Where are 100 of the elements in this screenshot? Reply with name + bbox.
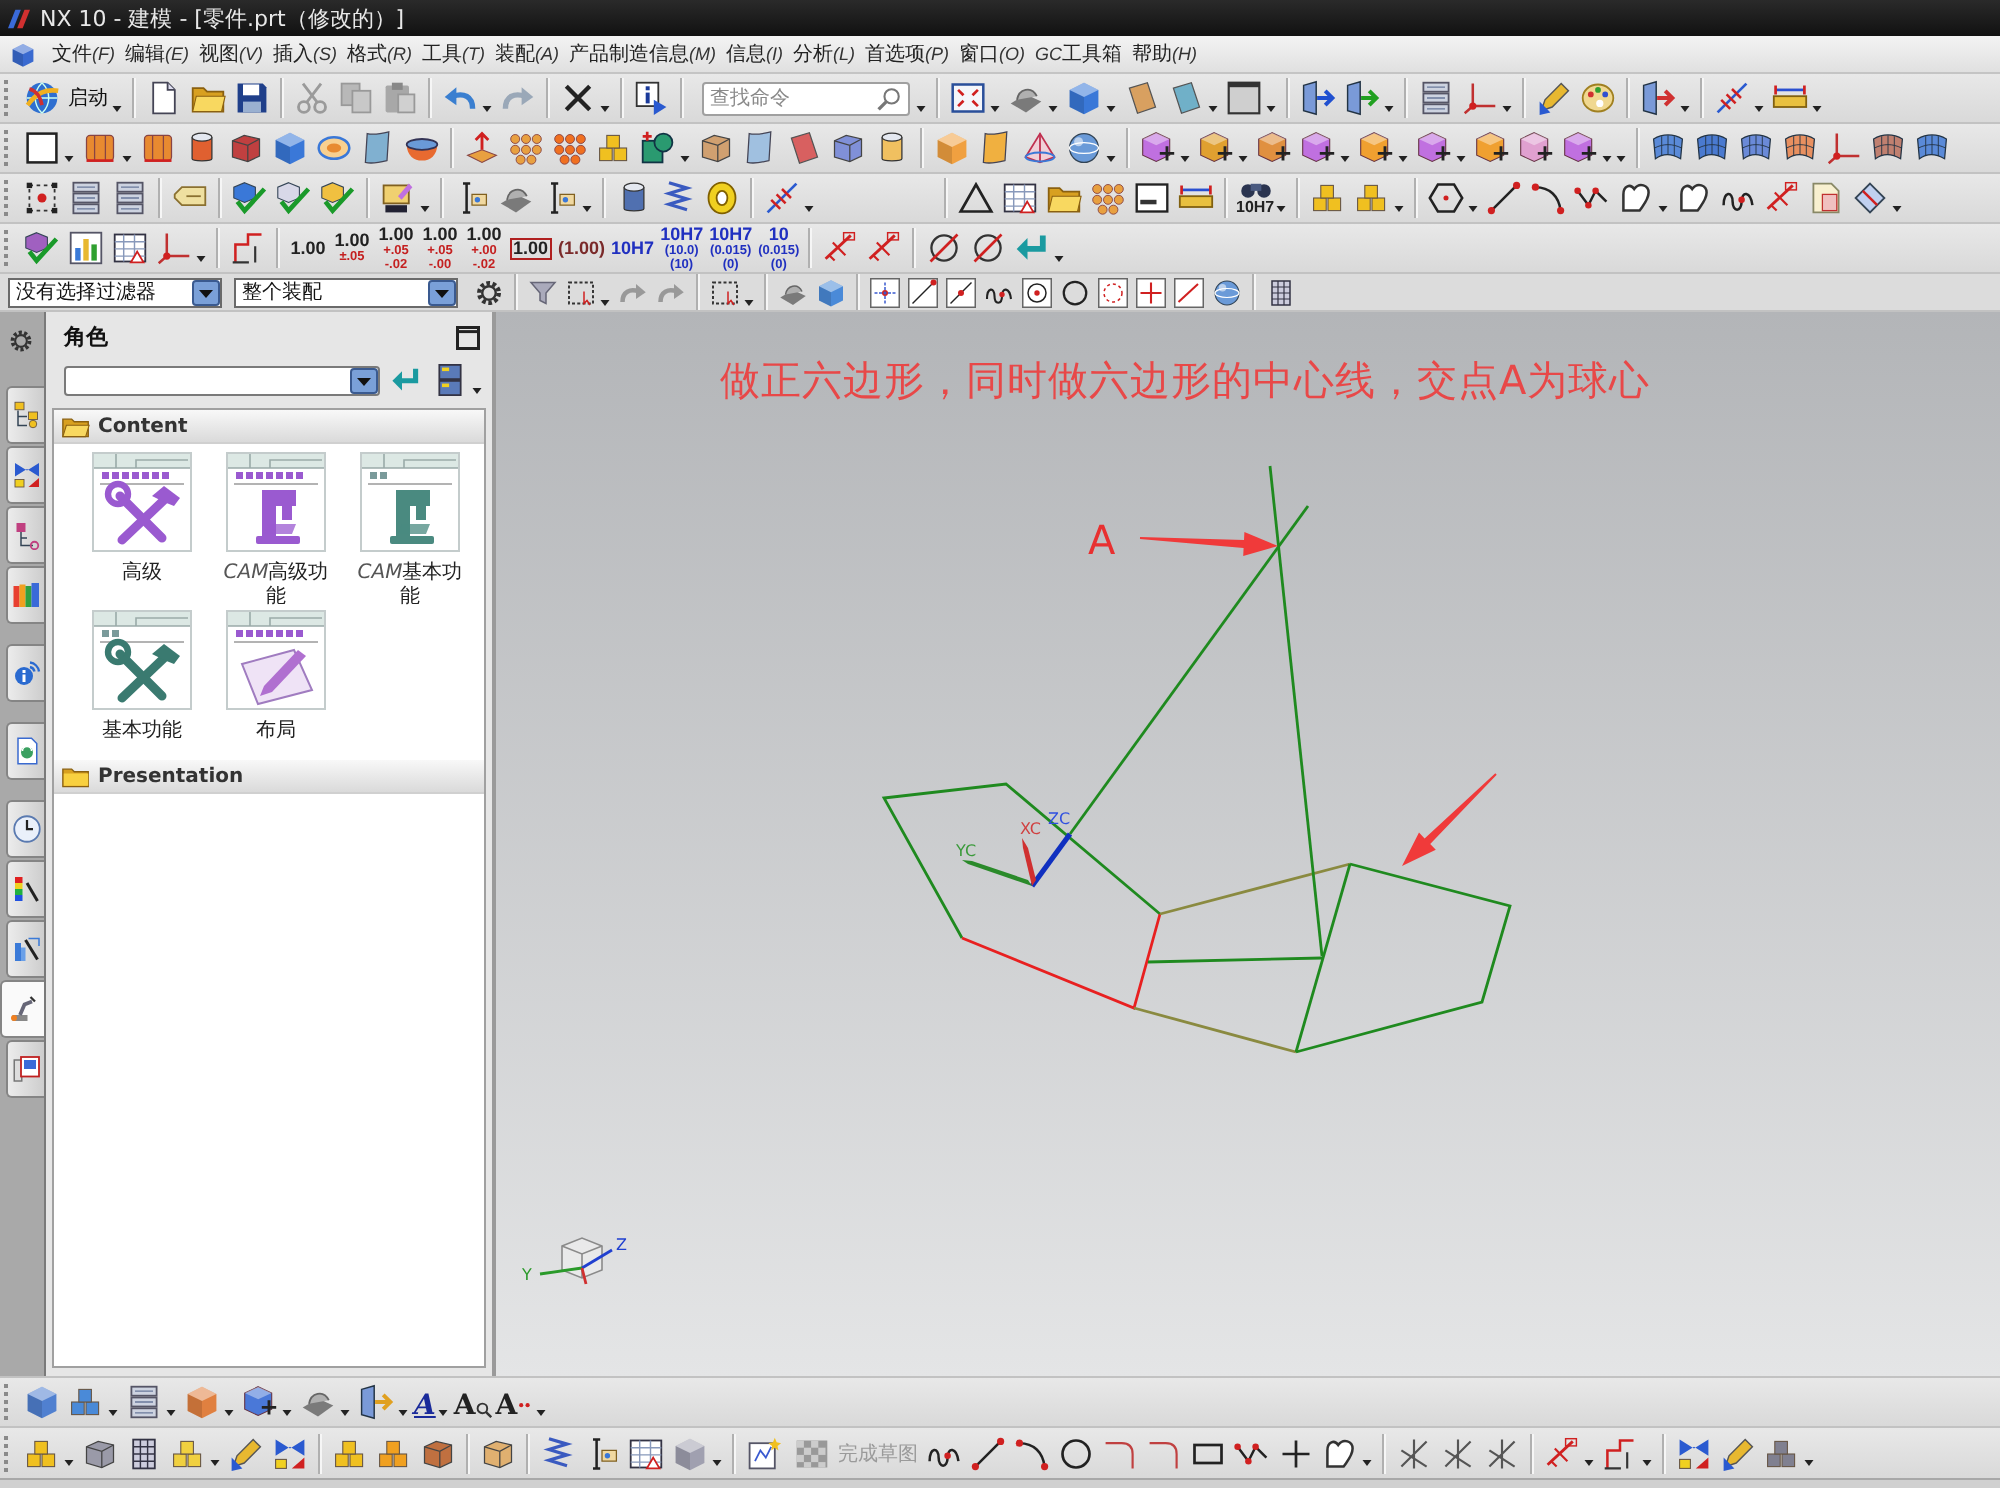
caret-icon[interactable] xyxy=(1680,105,1690,111)
surface-icon[interactable] xyxy=(1914,130,1950,166)
extrude-icon[interactable] xyxy=(464,130,500,166)
dimension-style-button[interactable]: (1.00) xyxy=(556,225,608,271)
fit-view-icon[interactable] xyxy=(950,80,986,116)
crossed-circle-icon[interactable] xyxy=(926,230,963,266)
hatched-line-icon[interactable] xyxy=(764,180,800,216)
dot-cluster-icon[interactable] xyxy=(552,130,588,166)
caret-icon[interactable] xyxy=(1812,105,1822,111)
caret-icon[interactable] xyxy=(420,205,430,211)
caret-icon[interactable] xyxy=(64,155,74,161)
menu-item[interactable]: 帮助(H) xyxy=(1132,40,1197,68)
square-circle-icon[interactable] xyxy=(640,130,676,166)
constraint-icon[interactable] xyxy=(272,1435,308,1471)
ring-icon[interactable] xyxy=(704,180,740,216)
plane-icon[interactable] xyxy=(1168,80,1204,116)
caret-icon[interactable] xyxy=(804,205,814,211)
caret-icon[interactable] xyxy=(224,1409,234,1415)
caret-icon[interactable] xyxy=(916,105,926,111)
caret-icon[interactable] xyxy=(1502,105,1512,111)
caret-icon[interactable] xyxy=(472,387,482,393)
scope-dropdown[interactable]: 整个装配 xyxy=(234,277,458,307)
stacked-cubes-icon[interactable] xyxy=(376,1435,412,1471)
arc-icon[interactable] xyxy=(1014,1435,1050,1471)
frame-icon[interactable] xyxy=(1226,80,1262,116)
caret-icon[interactable] xyxy=(122,155,132,161)
line-icon[interactable] xyxy=(970,1435,1006,1471)
caret-icon[interactable] xyxy=(166,1409,176,1415)
menu-item[interactable]: 首选项(P) xyxy=(865,40,949,68)
role-item[interactable]: CAM高级功能 xyxy=(216,452,336,610)
caret-icon[interactable] xyxy=(600,299,610,305)
box-icon[interactable] xyxy=(480,1435,516,1471)
stacked-cubes-icon[interactable] xyxy=(24,1435,60,1471)
caret-icon[interactable] xyxy=(582,205,592,211)
axes-icon[interactable] xyxy=(1462,80,1498,116)
sphere-icon[interactable] xyxy=(1066,130,1102,166)
caret-icon[interactable] xyxy=(340,1409,350,1415)
caret-icon[interactable] xyxy=(600,105,610,111)
role-item[interactable]: 高级 xyxy=(82,452,202,610)
selection-rectangle-icon[interactable] xyxy=(710,277,740,307)
door-arrow-icon[interactable] xyxy=(1300,80,1336,116)
caret-icon[interactable] xyxy=(1468,205,1479,211)
crossing-lines-icon[interactable] xyxy=(1396,1435,1432,1471)
hatched-line-icon[interactable] xyxy=(1714,80,1750,116)
fit-tolerance-button[interactable]: 10H7 xyxy=(1234,181,1277,215)
resource-tab[interactable] xyxy=(0,980,44,1038)
cube-icon[interactable] xyxy=(1066,80,1102,116)
diagonal-dimension-icon[interactable] xyxy=(866,230,903,266)
diagonal-dimension-icon[interactable] xyxy=(1544,1435,1580,1471)
drum-icon[interactable] xyxy=(82,130,118,166)
caret-icon[interactable] xyxy=(482,105,492,111)
caret-icon[interactable] xyxy=(1340,155,1350,161)
palette-icon[interactable] xyxy=(1580,80,1616,116)
cube-icon[interactable] xyxy=(10,41,36,67)
dimension-style-button[interactable]: 1.00 xyxy=(507,225,555,271)
caret-icon[interactable] xyxy=(1238,155,1248,161)
axes-icon[interactable] xyxy=(1826,130,1862,166)
table-icon[interactable] xyxy=(112,230,148,266)
caret-icon[interactable] xyxy=(196,255,206,261)
pyramid-icon[interactable] xyxy=(1022,130,1058,166)
menu-item[interactable]: 文件(F) xyxy=(52,40,115,68)
view-list-icon[interactable] xyxy=(438,364,462,396)
caret-icon[interactable] xyxy=(1642,1460,1652,1466)
checkmark-cube-icon[interactable] xyxy=(24,230,60,266)
caret-icon[interactable] xyxy=(535,1409,546,1415)
stacked-cubes-icon[interactable] xyxy=(332,1435,368,1471)
surface-icon[interactable] xyxy=(1738,130,1774,166)
role-item[interactable]: 布局 xyxy=(216,610,336,744)
rounded-outline-icon[interactable] xyxy=(1618,180,1655,216)
stacked-cubes-icon[interactable] xyxy=(1310,180,1347,216)
caret-icon[interactable] xyxy=(990,105,1000,111)
dimension-bracket-icon[interactable] xyxy=(1602,1435,1638,1471)
plane-icon[interactable] xyxy=(1124,80,1160,116)
caret-icon[interactable] xyxy=(437,1409,448,1415)
table-icon[interactable] xyxy=(628,1435,664,1471)
circle-icon[interactable] xyxy=(1058,1435,1094,1471)
hexagon-icon[interactable] xyxy=(1428,180,1465,216)
diamond-icon[interactable] xyxy=(1852,180,1889,216)
info-icon[interactable] xyxy=(634,80,670,116)
section-header[interactable]: Presentation xyxy=(54,760,484,794)
spring-icon[interactable] xyxy=(540,1435,576,1471)
search-icon[interactable] xyxy=(876,85,902,111)
menu-item[interactable]: 编辑(E) xyxy=(125,40,189,68)
axes-icon[interactable] xyxy=(156,230,192,266)
caret-icon[interactable] xyxy=(1266,105,1276,111)
checkmark-cube-icon[interactable] xyxy=(276,180,312,216)
caret-icon[interactable] xyxy=(210,1460,220,1466)
grid-icon[interactable] xyxy=(1266,277,1296,307)
dimension-bracket-icon[interactable] xyxy=(230,230,266,266)
caret-icon[interactable] xyxy=(1658,205,1669,211)
cube-tool-icon[interactable] xyxy=(1518,130,1554,166)
role-combo-field[interactable] xyxy=(64,365,380,395)
pencil-icon[interactable] xyxy=(1720,1435,1756,1471)
role-item[interactable]: CAM基本功能 xyxy=(350,452,470,610)
snap-point-icon[interactable] xyxy=(908,277,938,307)
resource-tab[interactable] xyxy=(6,446,44,504)
surface-icon[interactable] xyxy=(1650,130,1686,166)
caret-icon[interactable] xyxy=(1456,155,1466,161)
surface-icon[interactable] xyxy=(1694,130,1730,166)
cube-tool-icon[interactable] xyxy=(1256,130,1292,166)
